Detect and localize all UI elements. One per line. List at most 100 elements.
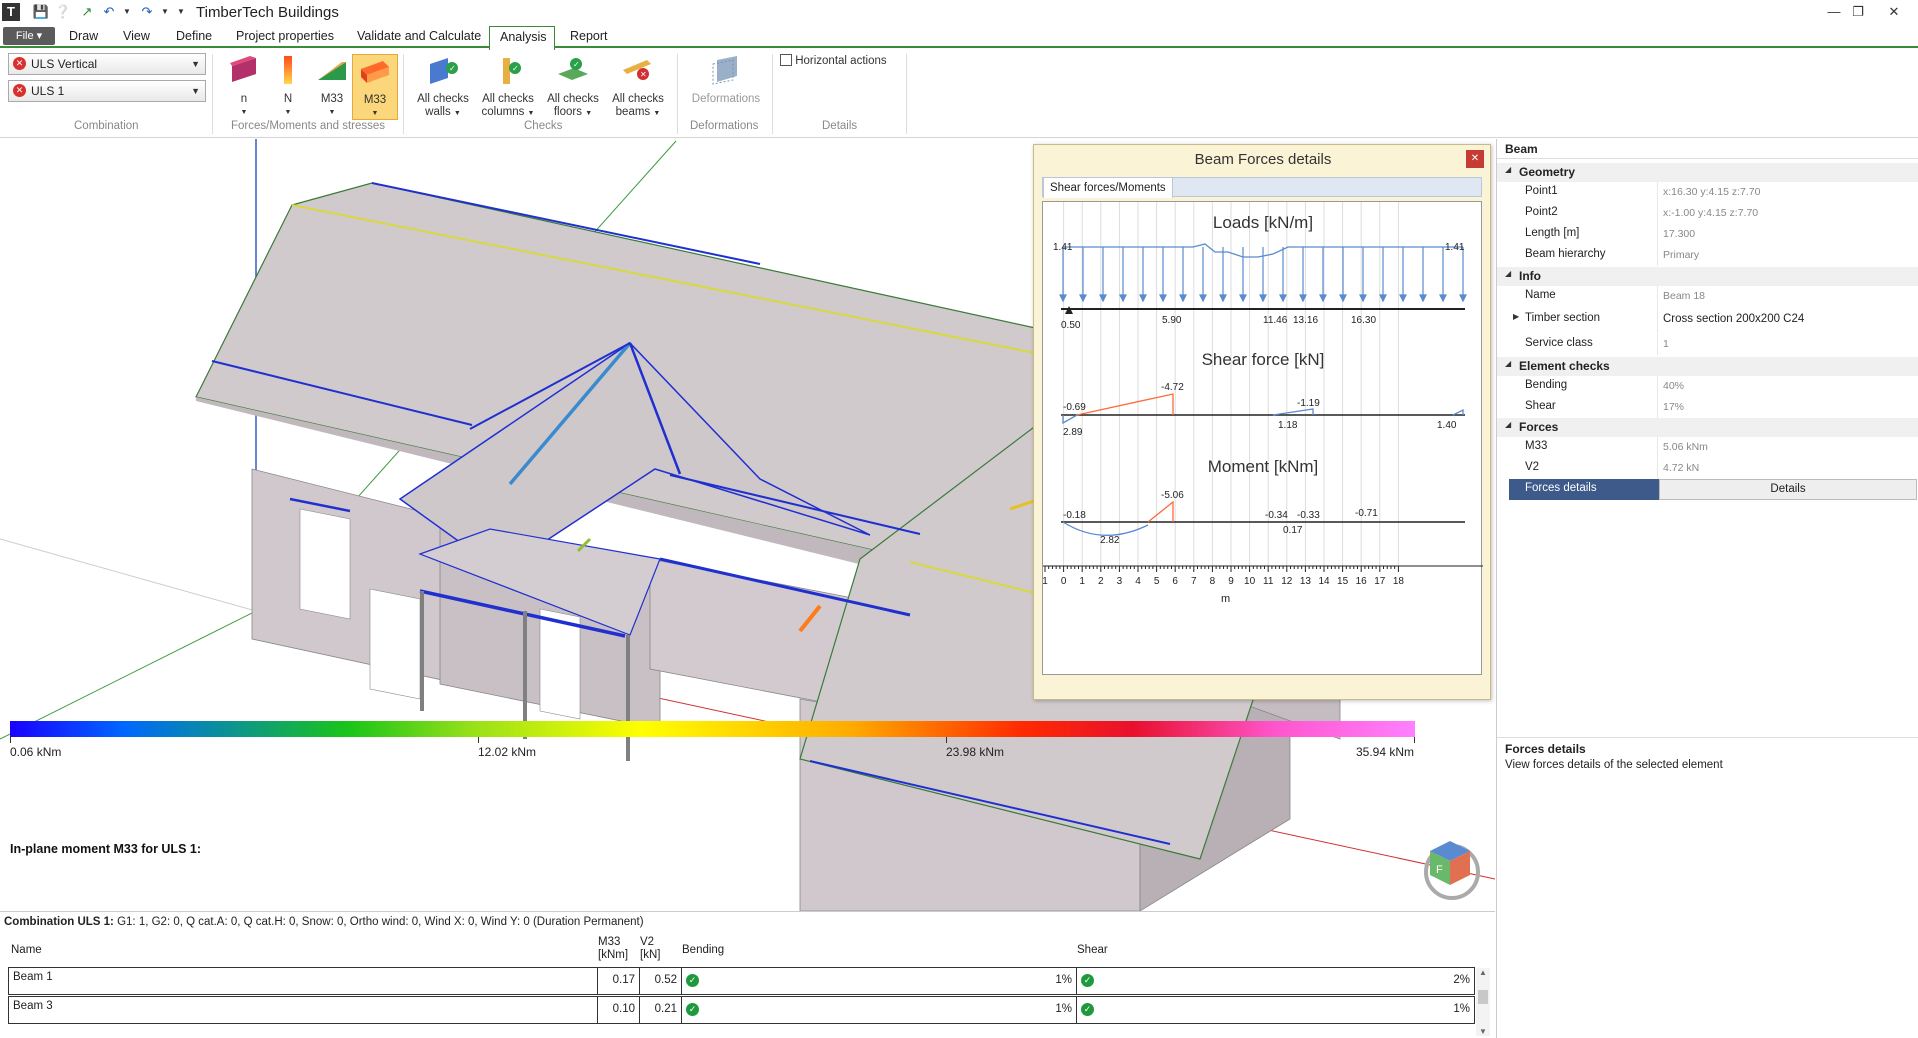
horizontal-actions-label: Horizontal actions	[795, 55, 887, 67]
axis-tick-label: 2	[1098, 576, 1104, 587]
row-m33: 0.10	[612, 1003, 635, 1015]
beam-forces-details-dialog[interactable]: Beam Forces details ✕ Shear forces/Momen…	[1033, 144, 1491, 700]
all-checks-walls-button[interactable]: ✓ All checks walls ▼	[410, 54, 476, 118]
prop-value: 1	[1663, 338, 1669, 350]
axis-tick-label: 1	[1079, 576, 1085, 587]
prop-divider	[1657, 458, 1658, 479]
prop-row-v2: V2 4.72 kN	[1497, 458, 1918, 479]
check-ok-icon: ✓	[686, 1003, 699, 1016]
table-scrollbar[interactable]: ▲ ▼	[1476, 968, 1490, 1036]
column-header-shear[interactable]: Shear	[1077, 944, 1108, 957]
group-label-checks: Checks	[524, 120, 563, 132]
column-header-v2[interactable]: V2 [kN]	[640, 936, 660, 962]
prop-value: 4.72 kN	[1663, 462, 1700, 474]
menu-project-properties[interactable]: Project properties	[236, 29, 334, 43]
n-button[interactable]: n ▼	[222, 54, 266, 116]
prop-name: Point1	[1525, 185, 1558, 197]
menu-draw[interactable]: Draw	[69, 29, 98, 43]
section-info[interactable]: ◢ Info	[1497, 267, 1918, 286]
all-checks-columns-button[interactable]: ✓ All checks columns ▼	[476, 54, 540, 118]
dialog-tabstrip: Shear forces/Moments	[1042, 177, 1482, 198]
combination-type-select[interactable]: ✕ ULS Vertical ▼	[8, 53, 206, 75]
vertical-grid	[1063, 202, 1399, 566]
check-ok-icon: ✓	[1081, 1003, 1094, 1016]
deformations-icon	[712, 56, 737, 85]
section-element-checks[interactable]: ◢ Element checks	[1497, 357, 1918, 376]
gradient-label-min: 0.06 kNm	[10, 745, 62, 759]
combination-value: ULS 1	[31, 84, 65, 98]
collapse-icon[interactable]: ◢	[1505, 165, 1511, 174]
all-checks-floors-button[interactable]: ✓ All checks floors ▼	[542, 54, 604, 118]
scroll-thumb[interactable]	[1478, 990, 1488, 1004]
menu-define[interactable]: Define	[176, 29, 212, 43]
column-header-bending[interactable]: Bending	[682, 944, 724, 957]
undo-icon[interactable]: ↶	[100, 3, 118, 21]
collapse-icon[interactable]: ◢	[1505, 269, 1511, 278]
ribbon-separator	[772, 54, 773, 134]
menu-validate-and-calculate[interactable]: Validate and Calculate	[357, 29, 481, 43]
all-checks-beams-button[interactable]: ✕ All checks beams ▼	[606, 54, 670, 118]
cell-shear: ✓ 2%	[1077, 968, 1474, 994]
redo-icon[interactable]: ↷	[138, 3, 156, 21]
undo-dropdown-icon[interactable]: ▼	[118, 3, 136, 21]
column-header-name[interactable]: Name	[11, 944, 42, 957]
chevron-down-icon: ▼	[653, 110, 661, 117]
prop-name: Length [m]	[1525, 227, 1580, 239]
scroll-down-icon[interactable]: ▼	[1476, 1027, 1490, 1036]
prop-divider	[1657, 437, 1658, 458]
beams-check-icon: ✕	[623, 60, 651, 80]
collapse-icon[interactable]: ◢	[1505, 420, 1511, 429]
customize-quick-access-icon[interactable]: ▼	[172, 3, 190, 21]
expand-icon[interactable]: ▶	[1513, 312, 1519, 321]
tab-shear-forces-moments[interactable]: Shear forces/Moments	[1043, 177, 1173, 198]
table-row[interactable]: Beam 3 0.10 0.21 ✓ 1% ✓ 1%	[8, 996, 1475, 1024]
help-icon[interactable]: ❔	[54, 3, 72, 21]
column-header-m33[interactable]: M33 [kNm]	[598, 936, 628, 962]
menu-report[interactable]: Report	[570, 29, 608, 43]
horizontal-actions-icon	[780, 54, 792, 66]
prop-divider	[1657, 334, 1658, 355]
prop-row-timber-section[interactable]: ▶ Timber section Cross section 200x200 C…	[1497, 307, 1918, 333]
group-label-combination: Combination	[74, 120, 139, 132]
shear-label-5: 1.18	[1278, 420, 1298, 431]
axis-tick-label: 6	[1172, 576, 1178, 587]
moment-curve-positive	[1062, 521, 1149, 536]
close-icon[interactable]: ✕	[1466, 150, 1484, 168]
m33-diagram-button[interactable]: M33 ▼	[310, 54, 354, 116]
details-button[interactable]: Details	[1659, 479, 1917, 500]
deformations-button[interactable]: Deformations	[684, 54, 768, 116]
axis-tick-label: 10	[1244, 576, 1256, 587]
moment-label-6: 2.82	[1100, 535, 1120, 546]
collapse-icon[interactable]: ◢	[1505, 359, 1511, 368]
N-button[interactable]: N ▼	[270, 54, 306, 116]
check-ok-icon: ✓	[686, 974, 699, 987]
section-forces[interactable]: ◢ Forces	[1497, 418, 1918, 437]
column-header-m33-label: M33	[598, 936, 621, 948]
horizontal-actions-button[interactable]: Horizontal actions	[780, 54, 900, 72]
combination-select[interactable]: ✕ ULS 1 ▼	[8, 80, 206, 102]
m33-colormap-button[interactable]: M33 ▼	[352, 54, 398, 120]
file-menu-button[interactable]: File ▾	[3, 27, 55, 45]
prop-divider	[1657, 182, 1658, 203]
save-icon[interactable]: 💾	[32, 3, 50, 21]
section-geometry[interactable]: ◢ Geometry	[1497, 163, 1918, 182]
prop-divider	[1657, 307, 1658, 333]
load-arrow-head	[1339, 294, 1347, 303]
export-icon[interactable]: ↗	[78, 3, 96, 21]
load-pos-3: 11.46	[1263, 315, 1288, 326]
scroll-up-icon[interactable]: ▲	[1476, 968, 1490, 977]
load-arrow-head	[1419, 294, 1427, 303]
axis-tick-label: 12	[1281, 576, 1293, 587]
shear-curve-mid	[1272, 408, 1314, 416]
axis-tick-label: 16	[1356, 576, 1368, 587]
view-cube-icon: F	[1424, 841, 1480, 900]
close-window-icon[interactable]: ✕	[1884, 2, 1904, 22]
menu-view[interactable]: View	[123, 29, 150, 43]
row-v2: 0.52	[654, 974, 677, 986]
tab-analysis[interactable]: Analysis	[489, 26, 555, 50]
table-row[interactable]: Beam 1 0.17 0.52 ✓ 1% ✓ 2%	[8, 967, 1475, 995]
restore-icon[interactable]: ❐	[1848, 2, 1868, 22]
minimize-icon[interactable]: —	[1824, 2, 1844, 22]
cell-v2: 0.52	[640, 968, 682, 994]
load-arrow-head	[1119, 294, 1127, 303]
